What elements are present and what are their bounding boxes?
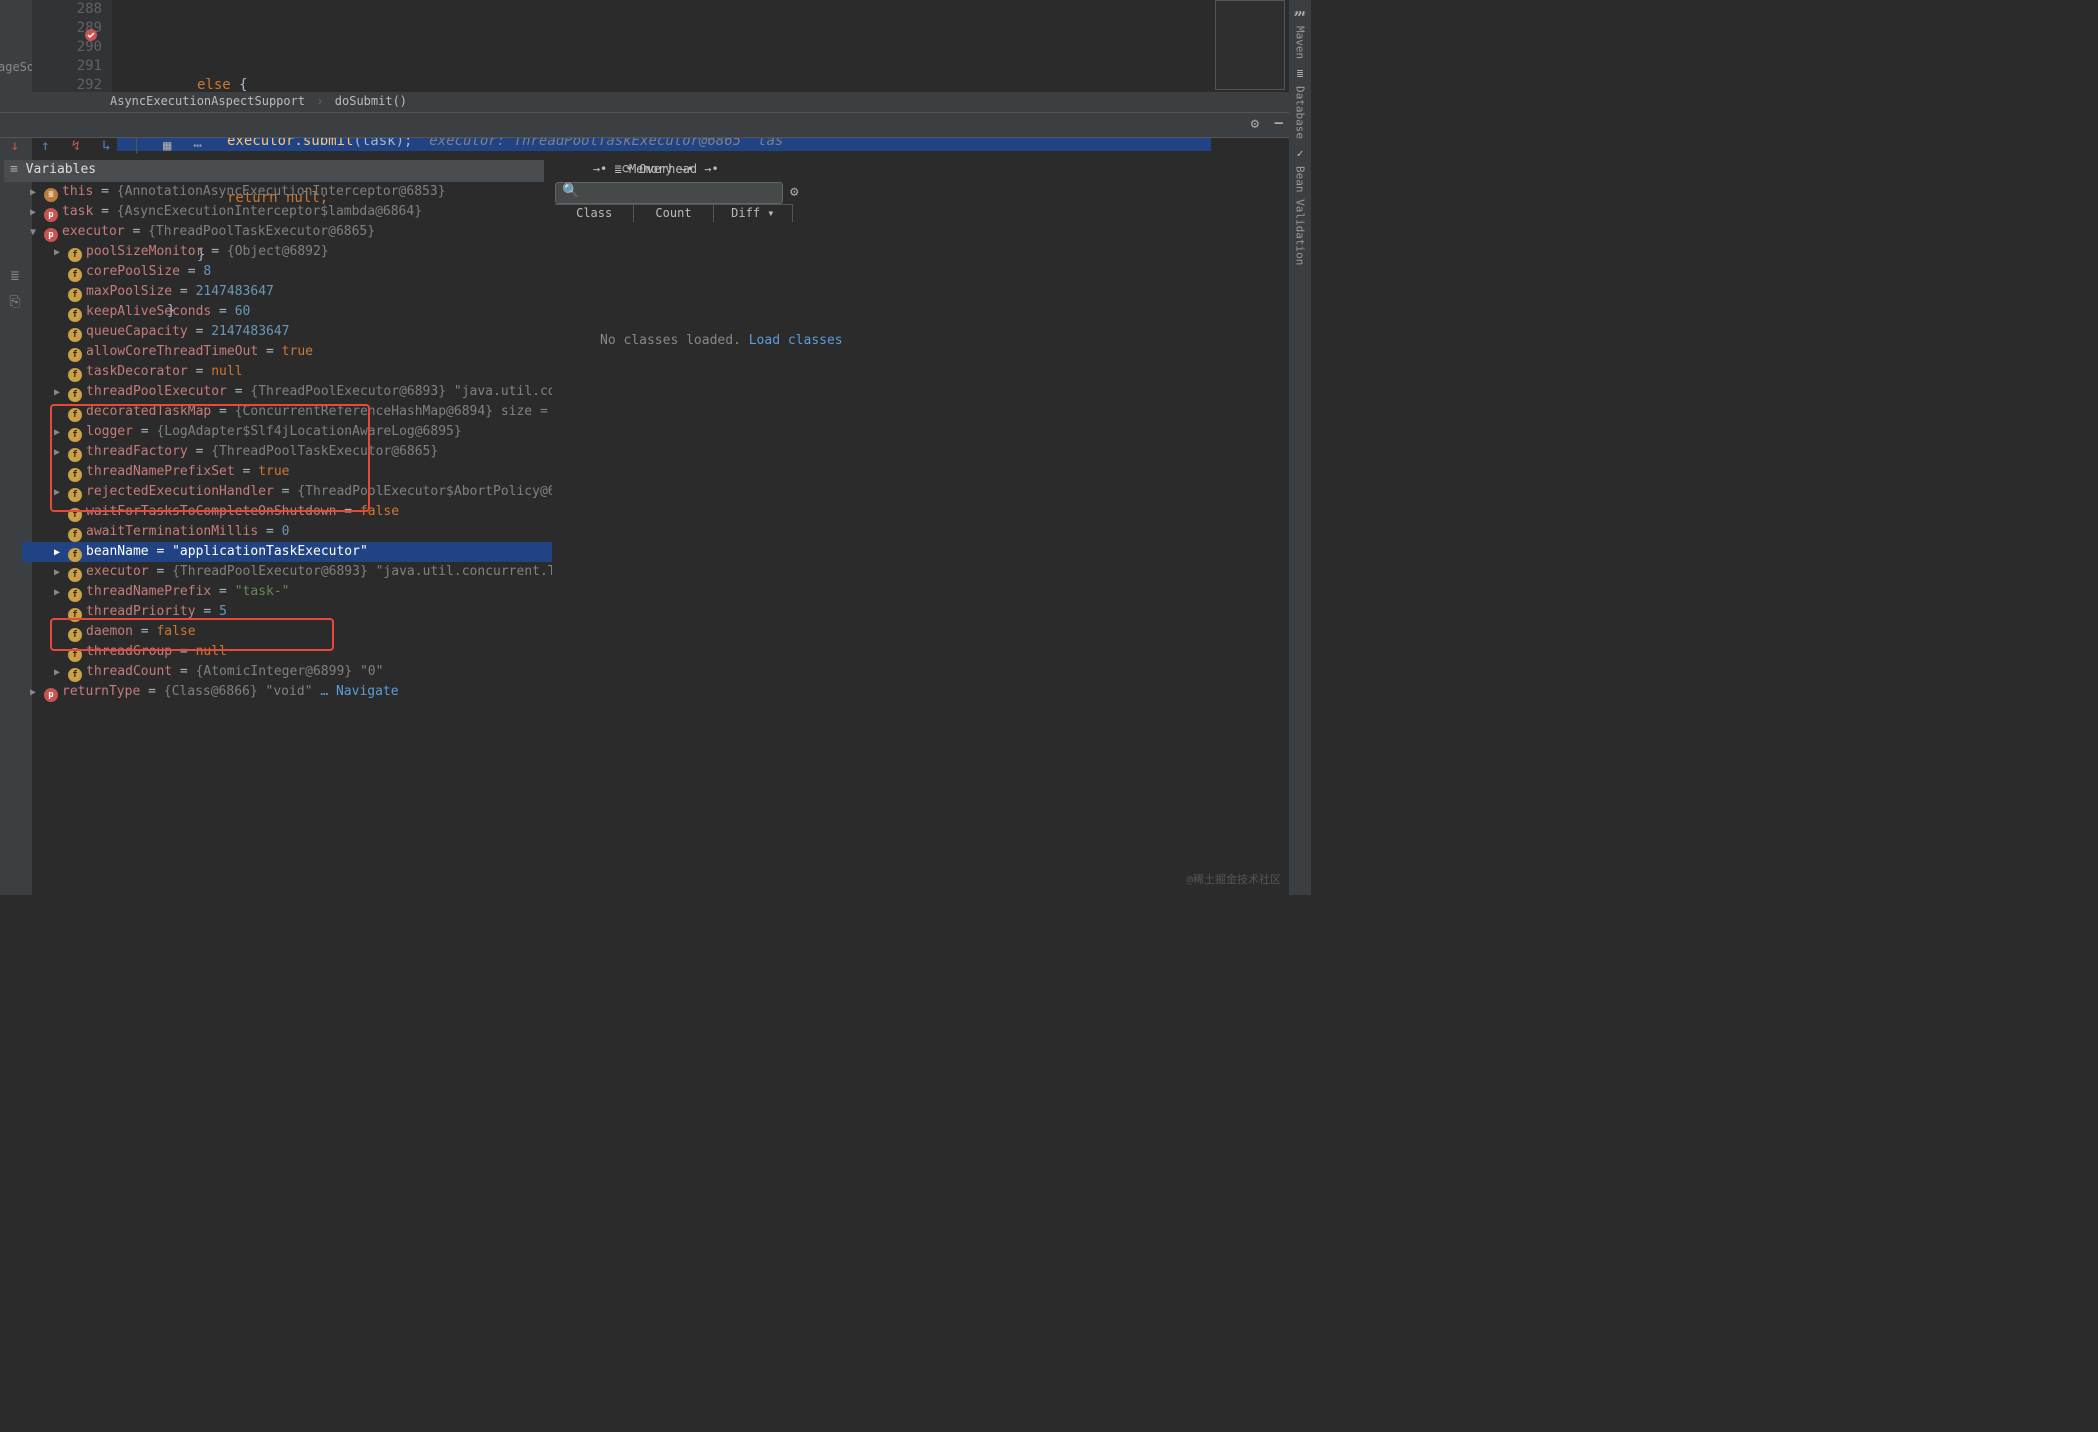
variables-label: Variables xyxy=(26,162,96,177)
bean-validation-icon[interactable]: ✓ xyxy=(1289,147,1311,160)
watermark: @稀土掘金技术社区 xyxy=(1186,871,1281,887)
chevron-right-icon: › xyxy=(316,94,323,108)
field-icon: f xyxy=(68,248,82,262)
crumb[interactable]: AsyncExecutionAspectSupport xyxy=(110,94,305,108)
minimap[interactable] xyxy=(1215,0,1285,90)
bean-validation-tab[interactable]: Bean Validation xyxy=(1294,166,1307,265)
maven-icon[interactable]: 𝓂 xyxy=(1289,4,1311,20)
gear-icon[interactable]: ⚙ xyxy=(790,184,798,200)
debug-actions: ↓ ↑ ↯ ↳ │ ▦ ⋯ xyxy=(0,138,1289,160)
this-icon: ≡ xyxy=(44,188,58,202)
class-table-header: Class Count Diff ▾ xyxy=(555,204,793,222)
breadcrumb[interactable]: AsyncExecutionAspectSupport › doSubmit() xyxy=(32,92,1289,112)
variables-header: ≡ Variables xyxy=(4,160,544,182)
gear-icon[interactable]: ⚙ xyxy=(1251,116,1259,132)
database-tab[interactable]: Database xyxy=(1294,86,1307,139)
force-step-icon[interactable]: ↯ xyxy=(65,138,87,156)
step-into-icon[interactable]: ↑ xyxy=(34,138,56,156)
list-icon: ≡ xyxy=(10,162,18,177)
selected-row: ▶fbeanName = "applicationTaskExecutor" xyxy=(22,542,552,562)
navigate-link[interactable]: Navigate xyxy=(328,684,398,699)
no-classes-msg: No classes loaded. Load classes xyxy=(600,333,843,348)
col-count[interactable]: Count xyxy=(634,205,713,222)
step-out-icon[interactable]: ↳ xyxy=(95,138,117,156)
step-over-icon[interactable]: ↓ xyxy=(4,138,26,156)
param-icon: p xyxy=(44,228,58,242)
highlight-box-2 xyxy=(50,618,334,651)
debugger-toolbar: ⚙ — xyxy=(0,112,1289,138)
crumb[interactable]: doSubmit() xyxy=(335,94,407,108)
separator-icon: │ xyxy=(126,138,148,156)
col-diff[interactable]: Diff ▾ xyxy=(714,205,793,222)
more-icon[interactable]: ⋯ xyxy=(187,138,209,156)
highlight-box-1 xyxy=(50,404,370,512)
class-search-input[interactable]: 🔍 xyxy=(555,182,783,204)
line-no: 291 xyxy=(32,57,102,76)
load-classes-link[interactable]: Load classes xyxy=(749,333,843,348)
maven-tab[interactable]: Maven xyxy=(1294,26,1307,59)
database-icon[interactable]: ≣ xyxy=(1289,67,1311,80)
param-icon: p xyxy=(44,208,58,222)
variables-tree[interactable]: + ▶≡this = {AnnotationAsyncExecutionInte… xyxy=(22,182,552,895)
overhead-toggle[interactable]: ⟳ Overhead →• xyxy=(622,162,719,176)
line-no: 288 xyxy=(32,0,102,19)
evaluate-icon[interactable]: ▦ xyxy=(156,138,178,156)
breakpoint-icon[interactable] xyxy=(84,28,98,42)
right-tool-strip: 𝓂 Maven ≣ Database ✓ Bean Validation xyxy=(1289,0,1311,895)
minimize-icon[interactable]: — xyxy=(1275,115,1283,131)
col-class[interactable]: Class xyxy=(555,205,634,222)
